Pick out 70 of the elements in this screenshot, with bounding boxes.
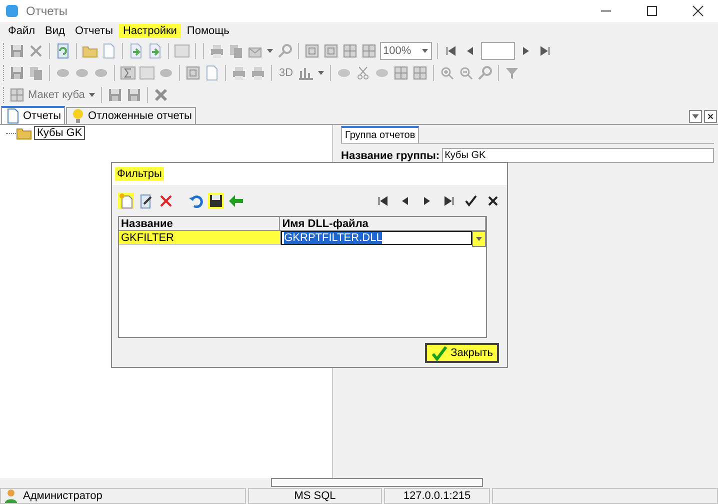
document-arrow-icon[interactable] (147, 43, 163, 59)
dialog-title: Фильтры (115, 167, 164, 181)
close-button[interactable]: Закрыть (424, 342, 499, 362)
close-icon (706, 112, 715, 121)
menu-item[interactable]: Файл (4, 24, 40, 38)
dropdown-button[interactable] (472, 231, 486, 247)
grid-icon[interactable] (393, 65, 410, 81)
delete-icon[interactable] (158, 193, 174, 209)
tab[interactable]: Отложенные отчеты (66, 107, 196, 124)
copy-icon[interactable] (228, 43, 244, 59)
page-number-field[interactable] (481, 42, 515, 60)
server-address: 127.0.0.1:215 (403, 490, 471, 502)
tab[interactable]: Группа отчетов (341, 126, 420, 143)
document-icon[interactable] (101, 43, 117, 59)
filter-icon[interactable] (504, 65, 520, 81)
close-button[interactable] (704, 110, 717, 123)
cell-editor[interactable]: GKRPTFILTER.DLL (281, 231, 472, 245)
grid-icon[interactable] (361, 43, 377, 59)
caret-icon (475, 235, 484, 243)
printer-icon[interactable] (209, 43, 225, 59)
caret-icon (421, 47, 429, 55)
tab[interactable]: Отчеты (1, 106, 66, 124)
menu-item[interactable]: Помощь (182, 24, 234, 38)
field-label: Название группы: (341, 150, 440, 162)
close-icon[interactable] (692, 5, 704, 17)
edit-icon[interactable] (138, 193, 154, 209)
cube-layout-button[interactable]: Макет куба (9, 87, 96, 103)
menu-item[interactable]: Вид (41, 24, 69, 38)
search-icon[interactable] (277, 43, 293, 59)
menu-item[interactable]: Отчеты (70, 24, 117, 38)
menu-item[interactable]: Настройки (118, 24, 181, 38)
tree-item[interactable]: Кубы GK (34, 126, 86, 140)
window-title: Отчеты (26, 4, 68, 18)
printer-icon[interactable] (250, 65, 266, 81)
save-icon[interactable] (208, 193, 224, 209)
caret-icon (691, 112, 700, 121)
maximize-icon[interactable] (646, 5, 658, 17)
refresh-icon[interactable] (55, 43, 71, 59)
caret-icon (266, 47, 274, 55)
scissors-icon[interactable] (355, 65, 372, 81)
document-icon[interactable] (204, 65, 220, 81)
zoom-in-icon[interactable] (439, 65, 456, 81)
splitter-handle[interactable] (271, 478, 483, 487)
column-header[interactable]: Имя DLL-файла (280, 217, 486, 231)
user-name: Администратор (23, 490, 102, 502)
zoom-out-icon[interactable] (458, 65, 474, 81)
caret-icon (88, 91, 96, 99)
copy-icon[interactable] (28, 65, 44, 81)
caret-icon (317, 69, 326, 77)
bar-chart-icon[interactable] (298, 65, 314, 81)
check-icon (430, 344, 447, 360)
printer-icon[interactable] (231, 65, 247, 81)
server-type: MS SQL (294, 490, 336, 502)
dropdown-button[interactable] (689, 110, 702, 123)
user-icon (3, 488, 19, 504)
app-logo-icon (6, 5, 18, 17)
undo-icon[interactable] (188, 193, 204, 209)
sum-icon[interactable] (120, 65, 136, 81)
group-name-field[interactable]: Кубы GK (442, 148, 714, 163)
document-arrow-icon[interactable] (128, 43, 144, 59)
grid-icon[interactable] (412, 65, 428, 81)
grid-icon[interactable] (342, 43, 358, 59)
check-icon[interactable] (463, 193, 479, 209)
page-icon[interactable] (323, 43, 339, 59)
grid-icon (9, 87, 25, 103)
search-icon[interactable] (477, 65, 494, 81)
zoom-dropdown[interactable]: 100% (380, 42, 432, 60)
page-icon[interactable] (185, 65, 201, 81)
page-icon[interactable] (304, 43, 320, 59)
table-cell: GKFILTER (119, 231, 282, 245)
